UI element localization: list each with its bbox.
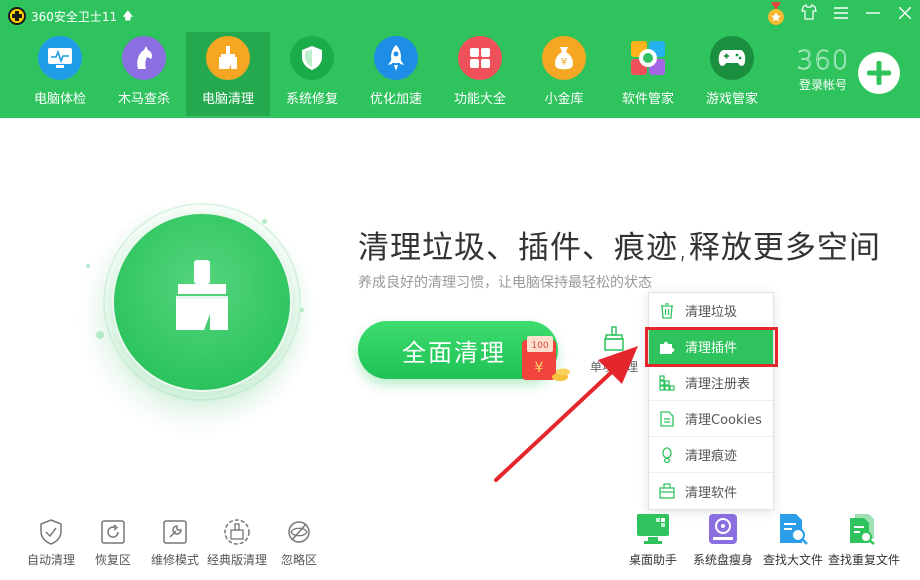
upgrade-arrow-icon[interactable]: 🡅 (122, 7, 133, 26)
dropdown-item-label: 清理Cookies (685, 413, 762, 428)
wrench-icon (144, 518, 206, 546)
rocket-icon (374, 36, 418, 80)
app-title: 360安全卫士11 (31, 9, 118, 24)
bottom-tool-label: 查找大文件 (762, 553, 823, 567)
dropdown-item-clean-software[interactable]: 清理软件 (649, 473, 773, 509)
repair-mode-button[interactable]: 维修模式 (144, 518, 206, 568)
annotation-highlight-box (645, 327, 778, 367)
bottom-tool-label: 桌面助手 (628, 553, 677, 567)
nav-item-features[interactable]: 功能大全 (438, 32, 522, 116)
disk-slim-button[interactable]: 系统盘瘦身 (688, 512, 758, 568)
money-bag-icon: ¥ (542, 36, 586, 80)
trash-icon (659, 302, 675, 319)
software-store-icon (626, 36, 670, 80)
nav-label: 电脑清理 (201, 92, 254, 107)
decor-dot (300, 308, 304, 312)
app-title-bar: 360安全卫士11 🡅 (8, 6, 134, 26)
restore-area-button[interactable]: 恢复区 (82, 518, 144, 568)
nav-label: 木马查杀 (117, 92, 170, 107)
plus-icon (867, 61, 891, 85)
restore-icon (82, 518, 144, 546)
shield-check-icon (20, 518, 82, 546)
cookie-doc-icon (659, 410, 675, 427)
account-area[interactable]: 360 登录帐号 (790, 46, 856, 93)
nav-label: 游戏管家 (705, 92, 758, 107)
nav-label: 小金库 (544, 92, 584, 107)
ignore-eye-icon (268, 518, 330, 546)
minimize-icon[interactable] (862, 4, 884, 26)
horse-icon (122, 36, 166, 80)
nav-label: 软件管家 (621, 92, 674, 107)
decor-dot (86, 264, 90, 268)
dropdown-item-label: 清理注册表 (685, 377, 751, 392)
desktop-helper-icon (618, 512, 688, 546)
add-plus-button[interactable] (858, 52, 900, 94)
brand-360-logo: 360 (796, 46, 850, 77)
dropdown-item-clean-cookies[interactable]: 清理Cookies (649, 401, 773, 437)
auto-clean-button[interactable]: 自动清理 (20, 518, 82, 568)
dropdown-item-clean-traces[interactable]: 清理痕迹 (649, 437, 773, 473)
find-duplicate-files-button[interactable]: 查找重复文件 (828, 512, 901, 568)
classic-clean-button[interactable]: 经典版清理 (206, 518, 268, 568)
nav-item-vault[interactable]: ¥ 小金库 (522, 32, 606, 116)
medal-icon[interactable] (766, 2, 786, 26)
bottom-tool-label: 查找重复文件 (828, 553, 901, 567)
nav-item-software-manager[interactable]: 软件管家 (606, 32, 690, 116)
bottom-tool-label: 维修模式 (150, 553, 199, 567)
find-large-files-button[interactable]: 查找大文件 (758, 512, 828, 568)
bottom-tool-label: 忽略区 (280, 553, 317, 567)
find-large-file-icon (758, 512, 828, 546)
nav-item-system-repair[interactable]: 系统修复 (270, 32, 354, 116)
nav-label: 电脑体检 (33, 92, 86, 107)
login-link[interactable]: 登录帐号 (790, 76, 856, 93)
bottom-right-tools: 桌面助手 系统盘瘦身 查找大文件 查找重复文件 (618, 512, 901, 568)
dropdown-item-label: 清理垃圾 (685, 305, 738, 320)
nav-item-game-manager[interactable]: 游戏管家 (690, 32, 774, 116)
decor-dot (262, 219, 267, 224)
monitor-icon (38, 36, 82, 80)
menu-icon[interactable] (830, 4, 852, 26)
software-box-icon (659, 483, 675, 499)
bottom-tool-label: 经典版清理 (206, 553, 267, 567)
app-logo-icon (8, 7, 26, 25)
nav-item-pc-clean[interactable]: 电脑清理 (186, 32, 270, 116)
page-headline: 清理垃圾、插件、痕迹,释放更多空间 (358, 230, 881, 266)
dropdown-item-label: 清理痕迹 (685, 449, 738, 464)
nav-item-trojan-scan[interactable]: 木马查杀 (102, 32, 186, 116)
nav-item-health-check[interactable]: 电脑体检 (18, 32, 102, 116)
footprint-icon (659, 446, 675, 463)
find-duplicate-icon (828, 512, 898, 546)
dropdown-item-clean-junk[interactable]: 清理垃圾 (649, 293, 773, 329)
dropdown-item-label: 清理软件 (685, 485, 738, 501)
nav-item-speedup[interactable]: 优化加速 (354, 32, 438, 116)
classic-clean-icon (206, 518, 268, 546)
single-clean-dropdown: 清理垃圾 清理插件 清理注册表 清理Cookies 清理痕迹 清理软件 (648, 292, 774, 510)
dropdown-item-clean-registry[interactable]: 清理注册表 (649, 365, 773, 401)
desktop-helper-button[interactable]: 桌面助手 (618, 512, 688, 568)
annotation-arrow (494, 346, 638, 482)
bottom-left-tools: 自动清理 恢复区 维修模式 经典版清理 忽略区 (20, 518, 330, 568)
header-bar: 360安全卫士11 🡅 电脑体检 木马查杀 电脑清理 系统修复 优化加速 功能大… (0, 0, 920, 118)
bottom-tool-label: 自动清理 (26, 553, 75, 567)
disk-slim-icon (688, 512, 758, 546)
bottom-tool-label: 系统盘瘦身 (692, 553, 753, 567)
gamepad-icon (710, 36, 754, 80)
main-nav: 电脑体检 木马查杀 电脑清理 系统修复 优化加速 功能大全 ¥ 小金库 软件管家… (18, 32, 774, 116)
hero-broom-icon (176, 260, 228, 330)
shield-icon (290, 36, 334, 80)
decor-dot (96, 331, 104, 339)
skin-shirt-icon[interactable] (798, 4, 820, 26)
broom-icon (206, 36, 250, 80)
nav-label: 优化加速 (369, 92, 422, 107)
nav-label: 系统修复 (285, 92, 338, 107)
registry-icon (659, 374, 675, 391)
grid-icon (458, 36, 502, 80)
ignore-area-button[interactable]: 忽略区 (268, 518, 330, 568)
close-icon[interactable] (894, 4, 916, 26)
svg-text:¥: ¥ (561, 57, 567, 68)
bottom-tool-label: 恢复区 (94, 553, 131, 567)
page-subline: 养成良好的清理习惯，让电脑保持最轻松的状态 (358, 275, 652, 291)
nav-label: 功能大全 (453, 92, 506, 107)
